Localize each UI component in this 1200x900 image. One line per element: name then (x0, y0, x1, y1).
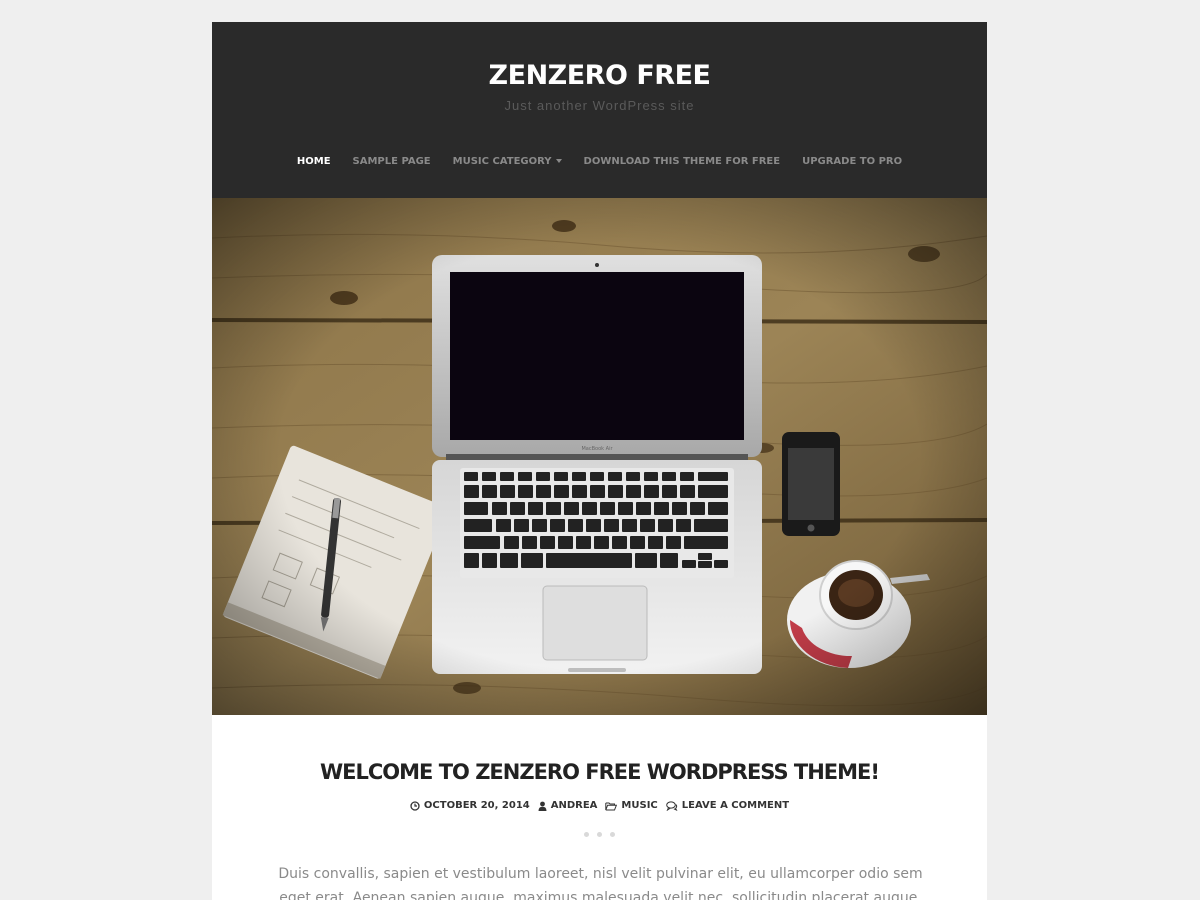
post-comments-link[interactable]: LEAVE A COMMENT (665, 800, 790, 811)
nav-item-label: MUSIC CATEGORY (452, 156, 552, 167)
post-date[interactable]: OCTOBER 20, 2014 (410, 800, 530, 811)
post-comments-text: LEAVE A COMMENT (681, 800, 790, 811)
comments-icon (665, 800, 678, 811)
nav-item-label: DOWNLOAD THIS THEME FOR FREE (583, 156, 781, 167)
site-header: ZENZERO FREE Just another WordPress site… (212, 22, 987, 198)
nav-item-download-theme[interactable]: DOWNLOAD THIS THEME FOR FREE (573, 156, 792, 167)
folder-open-icon (605, 802, 618, 810)
post-date-text: OCTOBER 20, 2014 (423, 800, 530, 811)
post-author-text: ANDREA (550, 800, 598, 811)
clock-icon (410, 800, 420, 811)
page: ZENZERO FREE Just another WordPress site… (212, 22, 987, 900)
nav-item-sample-page[interactable]: SAMPLE PAGE (342, 156, 442, 167)
post-category-text: MUSIC (621, 800, 658, 811)
user-icon (538, 801, 547, 811)
dropdown-caret-icon (555, 159, 562, 163)
nav-item-music-category[interactable]: MUSIC CATEGORY (442, 156, 573, 167)
nav-item-label: HOME (296, 156, 331, 167)
featured-image[interactable]: MacBook Air (212, 198, 987, 715)
nav-item-home[interactable]: HOME (286, 156, 342, 167)
nav-item-label: UPGRADE TO PRO (802, 156, 903, 167)
main-navigation: HOME SAMPLE PAGE MUSIC CATEGORY DOWNLOAD… (212, 156, 987, 167)
post-category[interactable]: MUSIC (605, 800, 658, 811)
post-title[interactable]: WELCOME TO ZENZERO FREE WORDPRESS THEME! (212, 760, 987, 784)
separator-dot (610, 832, 615, 837)
site-tagline: Just another WordPress site (504, 98, 695, 113)
separator-dot (597, 832, 602, 837)
post-author[interactable]: ANDREA (538, 800, 598, 811)
site-title-link[interactable]: ZENZERO FREE (212, 60, 987, 91)
nav-item-upgrade-pro[interactable]: UPGRADE TO PRO (791, 156, 913, 167)
separator-dot (584, 832, 589, 837)
post-meta: OCTOBER 20, 2014 ANDREA MUSIC LEAVE A CO… (212, 800, 987, 811)
separator-dots (212, 832, 987, 837)
post-excerpt: Duis convallis, sapien et vestibulum lao… (278, 866, 923, 900)
laptop-desk-photo: MacBook Air (212, 198, 987, 715)
nav-item-label: SAMPLE PAGE (352, 156, 431, 167)
